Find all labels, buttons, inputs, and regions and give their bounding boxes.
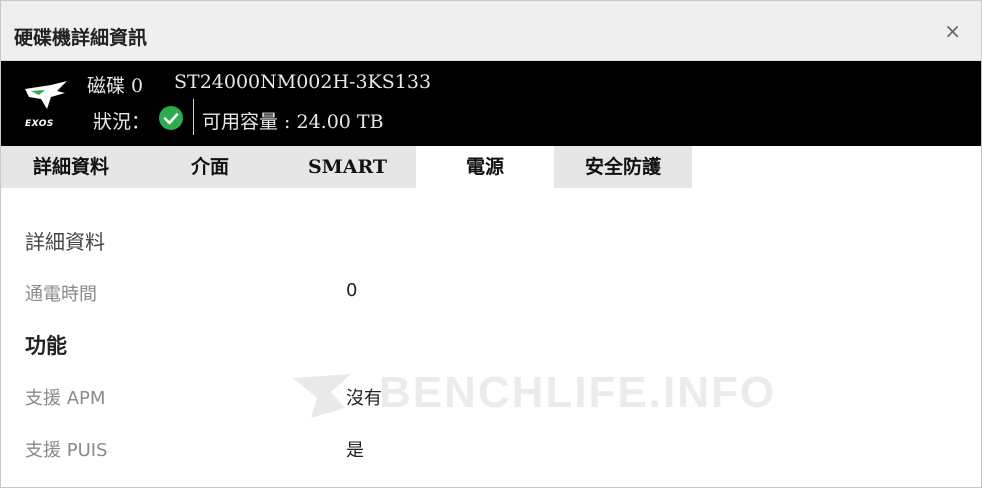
section-title-features: 功能 [25, 334, 67, 358]
puis-support-label: 支援 PUIS [25, 440, 108, 461]
tab-bar: 詳細資料 介面 SMART 電源 安全防護 [1, 146, 981, 188]
puis-support-value: 是 [346, 440, 364, 461]
check-circle-icon [159, 106, 183, 130]
disk-number: 磁碟 0 [87, 75, 144, 97]
power-tab-content: BENCHLIFE.INFO 詳細資料 通電時間 0 功能 支援 APM 沒有 … [1, 188, 981, 487]
tab-security[interactable]: 安全防護 [554, 146, 692, 188]
apm-support-label: 支援 APM [25, 388, 106, 409]
close-icon[interactable]: × [944, 19, 961, 43]
exos-logo-icon: EXOS [21, 79, 73, 131]
section-title-details: 詳細資料 [25, 230, 105, 254]
watermark-text: BENCHLIFE.INFO [379, 368, 777, 417]
power-on-time-value: 0 [346, 280, 358, 301]
drive-details-dialog: 硬碟機詳細資訊 × EXOS 磁碟 0 ST24000NM002H-3KS133… [0, 0, 982, 488]
bird-logo-icon [25, 81, 67, 109]
power-on-time-label: 通電時間 [25, 284, 97, 305]
header-divider [193, 99, 194, 135]
apm-support-value: 沒有 [346, 388, 382, 409]
drive-header: EXOS 磁碟 0 ST24000NM002H-3KS133 狀況： 可用容量 … [1, 61, 981, 146]
window-title: 硬碟機詳細資訊 [14, 27, 148, 49]
status-label: 狀況： [93, 111, 151, 133]
tab-power[interactable]: 電源 [416, 146, 554, 188]
model-number: ST24000NM002H-3KS133 [174, 71, 432, 93]
logo-text: EXOS [25, 119, 54, 129]
tab-smart[interactable]: SMART [279, 146, 416, 188]
title-bar: 硬碟機詳細資訊 × [1, 1, 981, 61]
tab-interface[interactable]: 介面 [141, 146, 279, 188]
tab-details[interactable]: 詳細資料 [1, 146, 141, 188]
capacity-label: 可用容量 : 24.00 TB [202, 111, 384, 133]
